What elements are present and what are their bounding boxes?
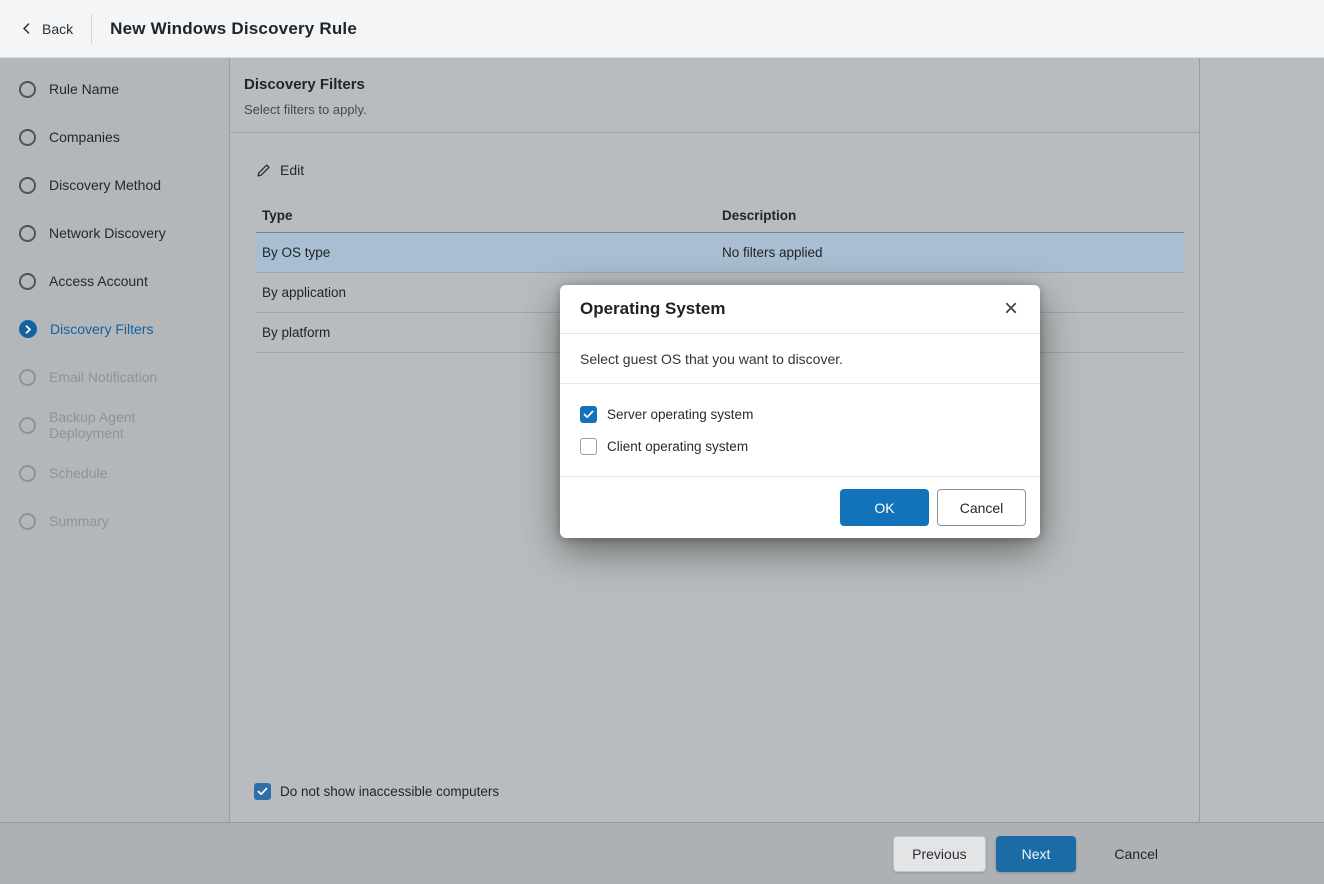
column-header-type: Type: [256, 208, 722, 223]
step-circle-icon: [19, 417, 36, 434]
table-header-row: Type Description: [256, 199, 1184, 233]
sidebar-item-rule-name[interactable]: Rule Name: [0, 65, 229, 113]
cell-description: No filters applied: [722, 245, 1184, 260]
step-label: Network Discovery: [49, 225, 166, 241]
checkbox-checked-icon: [254, 783, 271, 800]
dialog-options: Server operating system Client operating…: [560, 384, 1040, 477]
step-circle-icon: [19, 369, 36, 386]
close-icon[interactable]: ×: [1002, 299, 1020, 319]
option-label: Server operating system: [607, 407, 753, 422]
step-label: Access Account: [49, 273, 148, 289]
step-label: Schedule: [49, 465, 107, 481]
section-title: Discovery Filters: [244, 76, 1179, 93]
column-header-description: Description: [722, 208, 1184, 223]
step-label: Email Notification: [49, 369, 157, 385]
step-circle-icon: [19, 513, 36, 530]
checkbox-label: Do not show inaccessible computers: [280, 784, 499, 799]
top-header: Back New Windows Discovery Rule: [0, 0, 1324, 58]
step-circle-icon: [19, 81, 36, 98]
back-label: Back: [42, 21, 73, 37]
step-circle-icon: [19, 177, 36, 194]
step-label: Discovery Method: [49, 177, 161, 193]
wizard-footer: Previous Next Cancel: [0, 822, 1324, 884]
server-os-checkbox[interactable]: Server operating system: [580, 398, 753, 430]
content-header: Discovery Filters Select filters to appl…: [230, 58, 1199, 133]
chevron-left-icon: [20, 22, 33, 35]
cancel-button-dialog[interactable]: Cancel: [937, 489, 1026, 526]
page-title: New Windows Discovery Rule: [110, 19, 357, 39]
step-label: Companies: [49, 129, 120, 145]
pencil-icon: [256, 163, 271, 178]
table-row-by-os-type[interactable]: By OS type No filters applied: [256, 233, 1184, 273]
sidebar-item-discovery-method[interactable]: Discovery Method: [0, 161, 229, 209]
sidebar-item-backup-agent-deployment: Backup Agent Deployment: [0, 401, 229, 449]
option-label: Client operating system: [607, 439, 748, 454]
sidebar-item-discovery-filters[interactable]: Discovery Filters: [0, 305, 229, 353]
section-subtitle: Select filters to apply.: [244, 102, 1179, 117]
client-os-checkbox[interactable]: Client operating system: [580, 430, 748, 462]
edit-button[interactable]: Edit: [256, 157, 304, 183]
ok-button[interactable]: OK: [840, 489, 929, 526]
step-circle-icon: [19, 225, 36, 242]
sidebar-item-companies[interactable]: Companies: [0, 113, 229, 161]
step-circle-icon: [19, 129, 36, 146]
sidebar-item-access-account[interactable]: Access Account: [0, 257, 229, 305]
step-label: Backup Agent Deployment: [49, 409, 210, 441]
step-active-chevron-icon: [19, 320, 37, 338]
right-gutter: [1200, 58, 1324, 822]
sidebar-item-schedule: Schedule: [0, 449, 229, 497]
checkbox-unchecked-icon: [580, 438, 597, 455]
cell-type: By OS type: [256, 245, 722, 260]
operating-system-dialog: Operating System × Select guest OS that …: [560, 285, 1040, 538]
dialog-footer: OK Cancel: [560, 477, 1040, 538]
step-circle-icon: [19, 273, 36, 290]
header-divider: [91, 14, 92, 44]
inaccessible-computers-checkbox[interactable]: Do not show inaccessible computers: [230, 783, 499, 822]
back-button[interactable]: Back: [20, 21, 73, 37]
sidebar-item-network-discovery[interactable]: Network Discovery: [0, 209, 229, 257]
sidebar-item-summary: Summary: [0, 497, 229, 545]
dialog-description: Select guest OS that you want to discove…: [560, 334, 1040, 384]
step-circle-icon: [19, 465, 36, 482]
wizard-sidebar: Rule Name Companies Discovery Method Net…: [0, 58, 230, 822]
next-button[interactable]: Next: [996, 836, 1077, 872]
dialog-title: Operating System: [580, 299, 726, 319]
step-label: Summary: [49, 513, 109, 529]
checkbox-checked-icon: [580, 406, 597, 423]
edit-label: Edit: [280, 162, 304, 178]
step-label: Discovery Filters: [50, 321, 153, 337]
step-label: Rule Name: [49, 81, 119, 97]
sidebar-item-email-notification: Email Notification: [0, 353, 229, 401]
cancel-button-footer[interactable]: Cancel: [1104, 836, 1168, 872]
dialog-header: Operating System ×: [560, 285, 1040, 334]
previous-button[interactable]: Previous: [893, 836, 985, 872]
